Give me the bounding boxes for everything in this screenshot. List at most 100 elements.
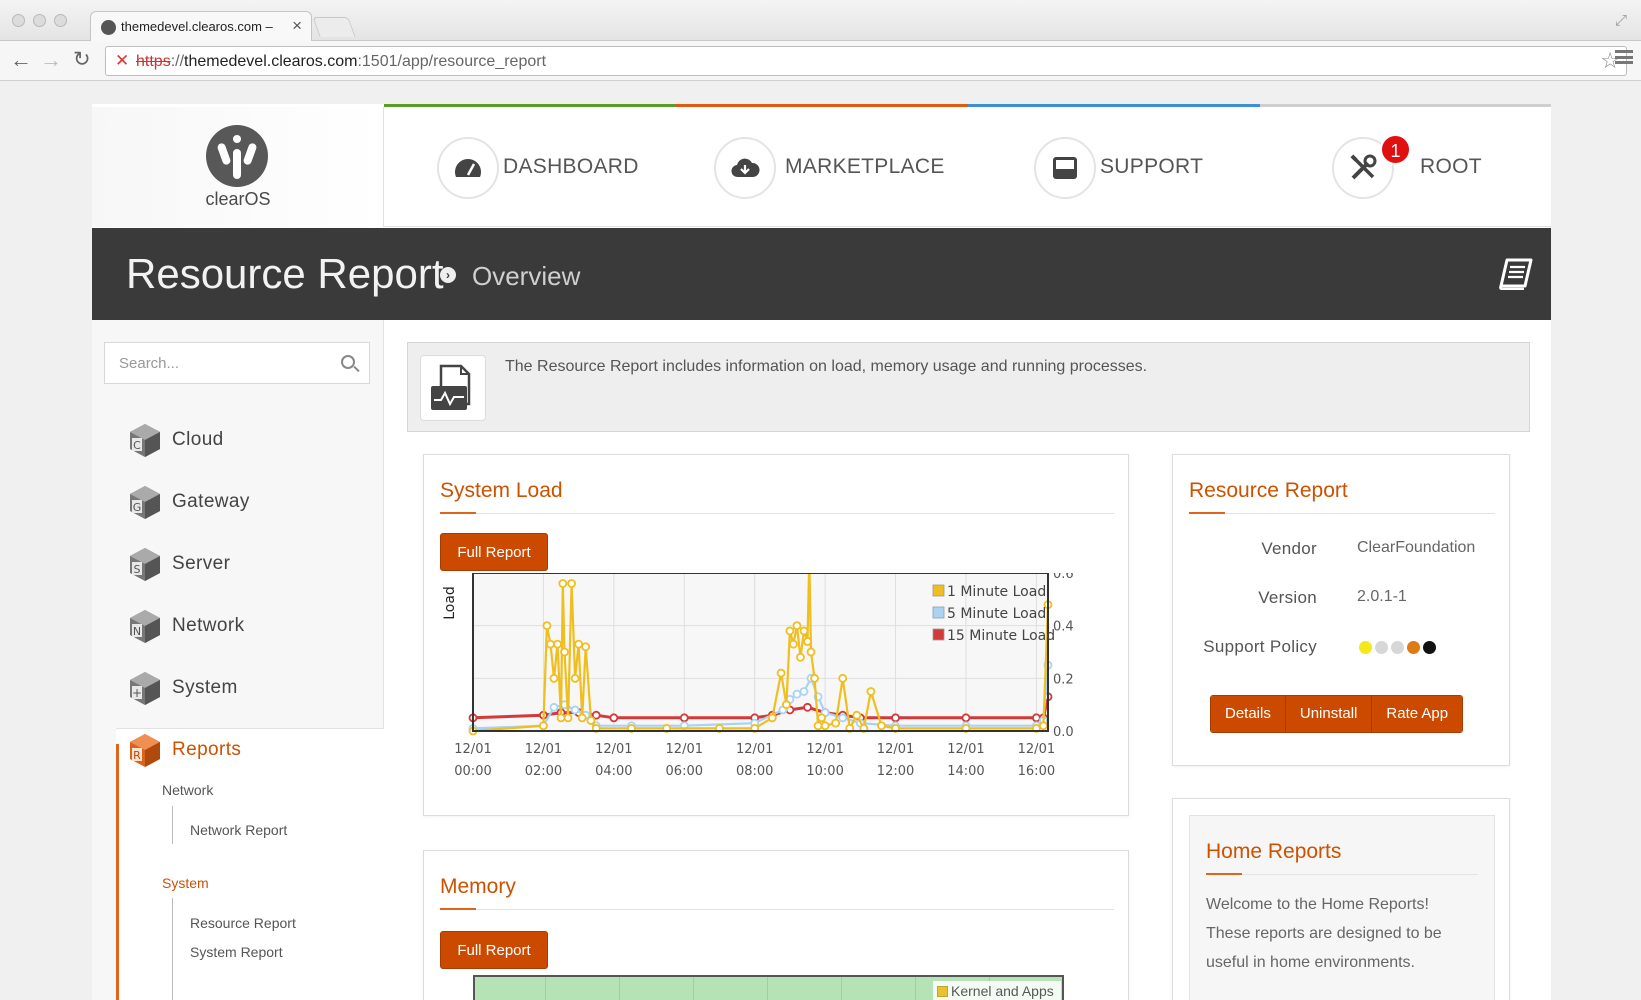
window-minimize-icon[interactable]: [33, 14, 46, 27]
memory-chart: Kernel and Apps: [473, 975, 1064, 1000]
x-tick-date: 12/01: [525, 742, 562, 757]
full-report-button[interactable]: Full Report: [440, 533, 548, 571]
user-guide-book-icon[interactable]: [1499, 258, 1533, 290]
page-title: Resource Report: [126, 250, 444, 297]
logo[interactable]: clearOS: [92, 107, 384, 227]
data-point: [838, 673, 848, 683]
legend-swatch: [932, 628, 945, 641]
browser-menu-icon[interactable]: [1615, 50, 1633, 64]
data-point: [961, 713, 971, 723]
x-tick-time: 06:00: [666, 764, 703, 779]
address-bar[interactable]: ✕ https://themedevel.clearos.com:1501/ap…: [105, 46, 1627, 76]
app-intro-box: The Resource Report includes information…: [407, 342, 1530, 432]
version-row: Version 2.0.1-1: [1189, 588, 1489, 612]
description-line: Welcome to the Home Reports!: [1206, 896, 1429, 913]
data-point: [546, 639, 555, 649]
url-host: themedevel.clearos.com: [184, 53, 358, 70]
uninstall-button[interactable]: Uninstall: [1285, 696, 1373, 732]
y-tick-label: 0.0: [1053, 725, 1074, 740]
insecure-icon[interactable]: ✕: [115, 51, 129, 71]
rate-app-button[interactable]: Rate App: [1372, 696, 1463, 732]
back-icon[interactable]: ←: [10, 47, 32, 73]
tree-line: [172, 806, 173, 844]
url-text: https://themedevel.clearos.com:1501/app/…: [136, 53, 546, 71]
vendor-row: Vendor ClearFoundation: [1189, 539, 1489, 563]
version-value: 2.0.1-1: [1357, 588, 1407, 605]
cube-letter: C: [133, 439, 141, 452]
breadcrumb-arrow-icon: ›: [440, 267, 456, 283]
search-box[interactable]: [104, 342, 370, 384]
x-tick-date: 12/01: [806, 742, 843, 757]
panel-title: Memory: [440, 875, 516, 898]
panel-rule: [1206, 873, 1478, 875]
grid-line: [545, 977, 546, 1000]
x-tick-time: 10:00: [806, 764, 843, 779]
full-report-button[interactable]: Full Report: [440, 931, 548, 969]
sidebar-link-network-report[interactable]: Network Report: [190, 822, 287, 838]
browser-toolbar: ← → ↻ ✕ https://themedevel.clearos.com:1…: [0, 41, 1641, 81]
sidebar-link-system-report[interactable]: System Report: [190, 944, 283, 960]
gateway-cube-icon: G: [130, 486, 160, 519]
sidebar-item-label: Reports: [172, 739, 242, 760]
x-tick-time: 08:00: [736, 764, 773, 779]
tab-title: themedevel.clearos.com –: [121, 19, 273, 34]
y-tick-label: 0.2: [1053, 672, 1074, 687]
vendor-label: Vendor: [1261, 539, 1317, 558]
app-action-buttons: Details Uninstall Rate App: [1210, 695, 1464, 733]
data-point: [796, 652, 805, 662]
report-document-icon: [420, 355, 486, 421]
sidebar-link-resource-report[interactable]: Resource Report: [190, 915, 296, 931]
grid-line: [767, 977, 768, 1000]
new-tab-button[interactable]: [312, 17, 356, 37]
search-icon[interactable]: [341, 355, 355, 369]
data-point: [810, 673, 819, 683]
data-point: [785, 626, 795, 636]
x-tick-time: 12:00: [877, 764, 914, 779]
policy-dot: [1407, 641, 1420, 654]
x-tick-time: 02:00: [525, 764, 562, 779]
forward-icon[interactable]: →: [40, 47, 62, 73]
data-point: [789, 639, 798, 649]
window-zoom-icon[interactable]: [54, 14, 67, 27]
reports-cube-icon: R: [130, 734, 160, 767]
data-point: [567, 579, 576, 588]
data-point: [891, 713, 900, 723]
x-tick-time: 14:00: [947, 764, 984, 779]
data-point: [570, 705, 580, 715]
sidebar-item-label: Server: [172, 553, 231, 574]
data-point: [792, 689, 802, 699]
data-point: [803, 637, 812, 646]
data-point: [1031, 713, 1041, 723]
data-point: [577, 713, 587, 723]
nav-dashboard-label: DASHBOARD: [503, 155, 639, 178]
memory-panel: Memory Full Report Kernel and Apps: [423, 850, 1129, 1000]
fullscreen-icon[interactable]: ⤢: [1615, 12, 1627, 29]
nav-root-label: ROOT: [1420, 155, 1482, 178]
data-point: [570, 673, 580, 683]
data-point: [556, 713, 566, 723]
home-reports-description: Welcome to the Home Reports! These repor…: [1206, 890, 1476, 977]
reload-icon[interactable]: ↻: [73, 47, 91, 73]
data-point: [553, 639, 562, 649]
data-point: [539, 721, 548, 731]
data-point: [574, 639, 584, 649]
search-input[interactable]: [105, 343, 335, 383]
cloud-download-icon: [714, 137, 776, 199]
y-tick-label: 0.4: [1053, 620, 1074, 635]
url-path: :1501/app/resource_report: [357, 53, 547, 70]
window-close-icon[interactable]: [12, 14, 25, 27]
browser-tab-strip: themedevel.clearos.com – × ⤢: [0, 0, 1641, 41]
details-button[interactable]: Details: [1211, 696, 1286, 732]
system-cube-icon: +: [130, 672, 160, 705]
sidebar-item-label: Gateway: [172, 491, 250, 512]
support-policy-label: Support Policy: [1203, 637, 1317, 656]
dashboard-gauge-icon: [437, 137, 499, 199]
app-info-panel: Resource Report Vendor ClearFoundation V…: [1172, 454, 1510, 766]
reports-section-system[interactable]: System: [162, 875, 209, 891]
notification-badge[interactable]: 1: [1380, 134, 1411, 165]
x-tick-date: 12/01: [666, 742, 703, 757]
tab-close-icon[interactable]: ×: [292, 16, 302, 36]
browser-tab[interactable]: themedevel.clearos.com – ×: [90, 11, 312, 41]
breadcrumb[interactable]: Overview: [472, 261, 580, 292]
reports-section-network[interactable]: Network: [162, 782, 213, 798]
